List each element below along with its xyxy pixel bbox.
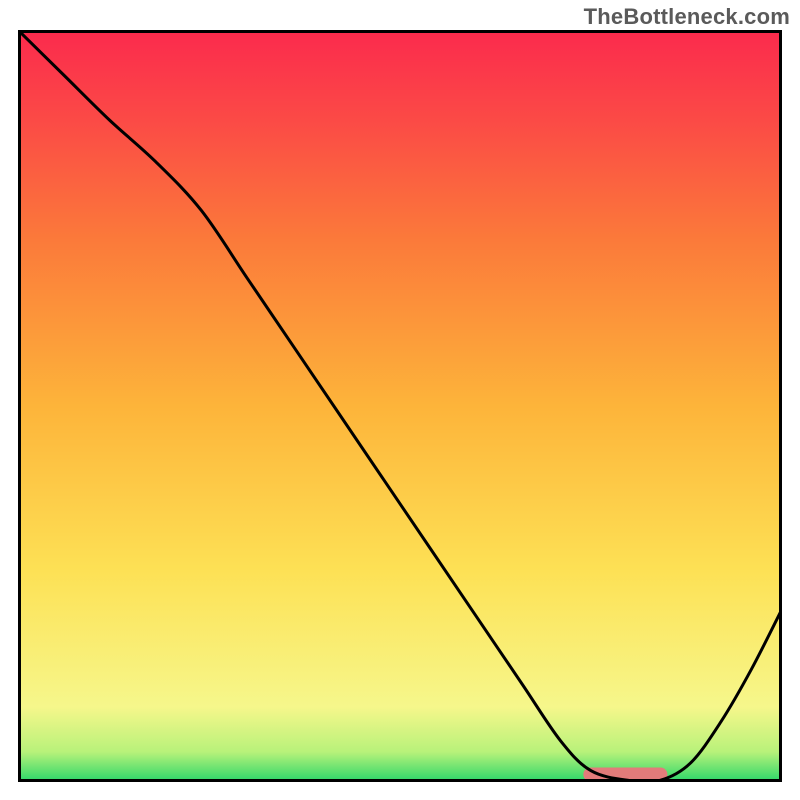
watermark-text: TheBottleneck.com	[584, 4, 790, 30]
chart-stage: TheBottleneck.com	[0, 0, 800, 800]
chart-svg	[18, 30, 782, 782]
gradient-background	[18, 30, 782, 782]
plot-area	[18, 30, 782, 782]
